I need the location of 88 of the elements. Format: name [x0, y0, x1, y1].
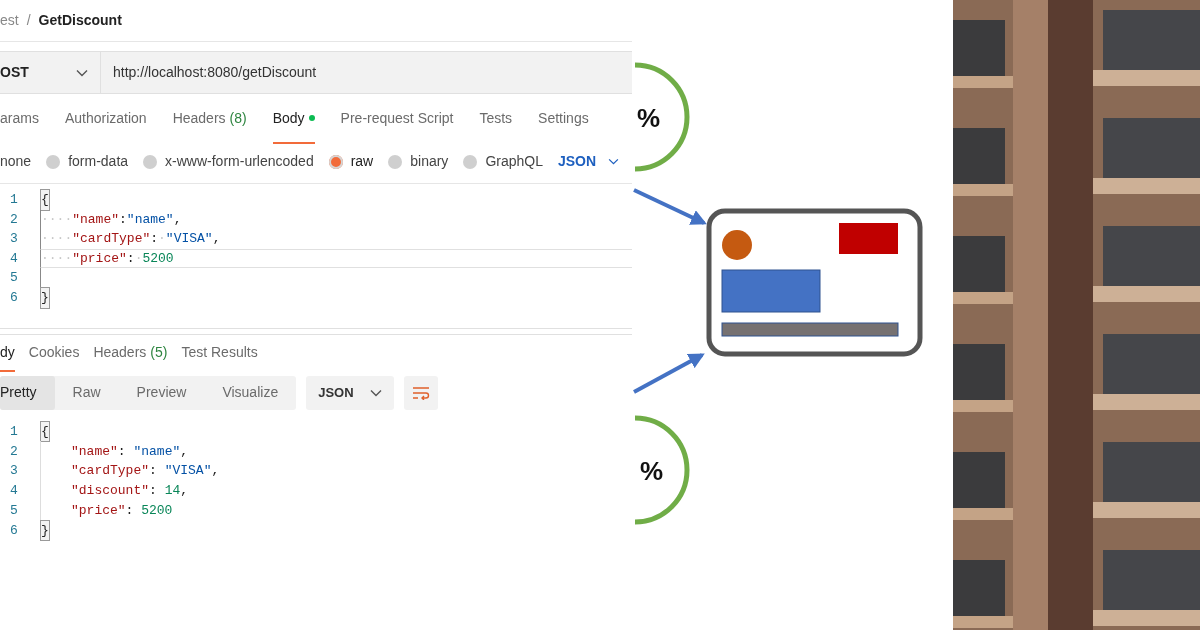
radio-label[interactable]: raw — [350, 151, 374, 172]
radio-button[interactable] — [463, 154, 478, 169]
request-tab[interactable]: Settings — [538, 94, 589, 144]
json-key: "cardType" — [71, 461, 149, 481]
chevron-down-icon — [369, 388, 382, 397]
request-title: GetDiscount — [38, 11, 122, 30]
response-tab[interactable]: Cookies — [28, 334, 80, 372]
view-mode-tab[interactable]: Pretty — [0, 375, 55, 410]
whitespace-marker: ···· — [41, 230, 73, 249]
bracket: { — [41, 190, 49, 210]
line-number: 4 — [9, 249, 19, 268]
view-mode-tab[interactable]: Preview — [118, 375, 205, 410]
json-punctuation: , — [173, 210, 182, 229]
json-punctuation: : — [149, 482, 158, 501]
chevron-down-icon — [608, 158, 620, 165]
line-number: 2 — [9, 442, 19, 461]
radio-label[interactable]: form-data — [68, 151, 129, 172]
line-number: 5 — [9, 269, 19, 288]
wrap-lines-button[interactable] — [403, 375, 438, 410]
request-tab[interactable]: Headers (8) — [172, 94, 247, 144]
response-tab[interactable]: dy — [0, 334, 15, 372]
line-number: 6 — [9, 521, 19, 540]
json-string: "name" — [133, 442, 181, 461]
whitespace-marker: ···· — [41, 210, 73, 229]
line-number: 3 — [9, 462, 19, 481]
arrow — [633, 353, 705, 394]
json-number: 5200 — [142, 249, 174, 268]
response-tab[interactable]: Headers (5) — [93, 334, 168, 372]
whitespace-marker: · — [134, 249, 143, 268]
request-tab[interactable]: Body — [272, 94, 315, 144]
json-punctuation: : — [117, 442, 127, 461]
request-tab[interactable]: Tests — [479, 94, 513, 144]
request-tab[interactable]: Authorization — [64, 94, 147, 144]
radio-button[interactable] — [143, 154, 158, 169]
radio-label[interactable]: binary — [410, 151, 449, 172]
request-tab[interactable]: arams — [0, 94, 39, 144]
line-number: 6 — [9, 289, 19, 307]
json-key: "cardType" — [72, 229, 151, 249]
radio-button[interactable] — [328, 154, 343, 169]
json-key: "name" — [71, 441, 118, 461]
json-punctuation: , — [180, 482, 189, 501]
format-dropdown[interactable]: JSON — [557, 151, 620, 172]
json-key: "discount" — [71, 481, 149, 501]
json-key: "name" — [72, 209, 120, 230]
radio-label[interactable]: x-www-form-urlencoded — [165, 151, 314, 172]
percent-label: % — [637, 103, 661, 133]
radio-label[interactable]: none — [0, 151, 32, 172]
line-number: 4 — [9, 482, 19, 501]
json-key: "price" — [71, 500, 126, 521]
json-punctuation: , — [211, 462, 220, 481]
line-number: 5 — [9, 501, 19, 520]
response-tab[interactable]: Test Results — [181, 334, 258, 372]
json-number: 5200 — [141, 501, 173, 520]
json-punctuation: , — [212, 230, 221, 249]
json-key: "price" — [72, 248, 127, 269]
line-number: 1 — [9, 191, 19, 210]
line-number: 3 — [9, 230, 19, 249]
json-string: "name" — [126, 210, 174, 229]
breadcrumb-link[interactable]: est — [0, 10, 19, 31]
percent-label: % — [640, 456, 664, 486]
radio-button[interactable] — [388, 154, 403, 169]
json-punctuation: : — [150, 230, 159, 249]
method-dropdown[interactable]: OST — [0, 51, 101, 94]
bracket: { — [41, 421, 49, 442]
bracket: } — [41, 520, 49, 541]
line-number: 1 — [9, 422, 19, 441]
json-number: 14 — [164, 482, 181, 501]
request-tab[interactable]: Pre-request Script — [340, 94, 454, 144]
url-field[interactable]: http://localhost:8080/getDiscount — [101, 51, 632, 94]
whitespace-marker: ···· — [41, 249, 73, 268]
json-punctuation: : — [149, 462, 158, 481]
response-format-dropdown[interactable]: JSON — [306, 375, 394, 410]
json-string: "VISA" — [165, 230, 213, 249]
json-punctuation: : — [119, 210, 127, 229]
json-punctuation: : — [126, 249, 135, 268]
json-punctuation: : — [125, 501, 135, 520]
radio-label[interactable]: GraphQL — [485, 151, 543, 172]
json-punctuation: , — [180, 442, 189, 461]
line-number: 2 — [9, 210, 19, 229]
view-mode-tab[interactable]: Visualize — [204, 375, 297, 410]
chevron-down-icon — [76, 68, 88, 77]
radio-button[interactable] — [46, 154, 61, 169]
whitespace-marker: · — [158, 230, 166, 249]
wrap-lines-icon — [411, 385, 430, 400]
json-string: "VISA" — [164, 462, 212, 481]
breadcrumb-separator: / — [26, 11, 31, 30]
view-mode-tab[interactable]: Raw — [54, 375, 119, 410]
bracket: } — [41, 288, 49, 308]
